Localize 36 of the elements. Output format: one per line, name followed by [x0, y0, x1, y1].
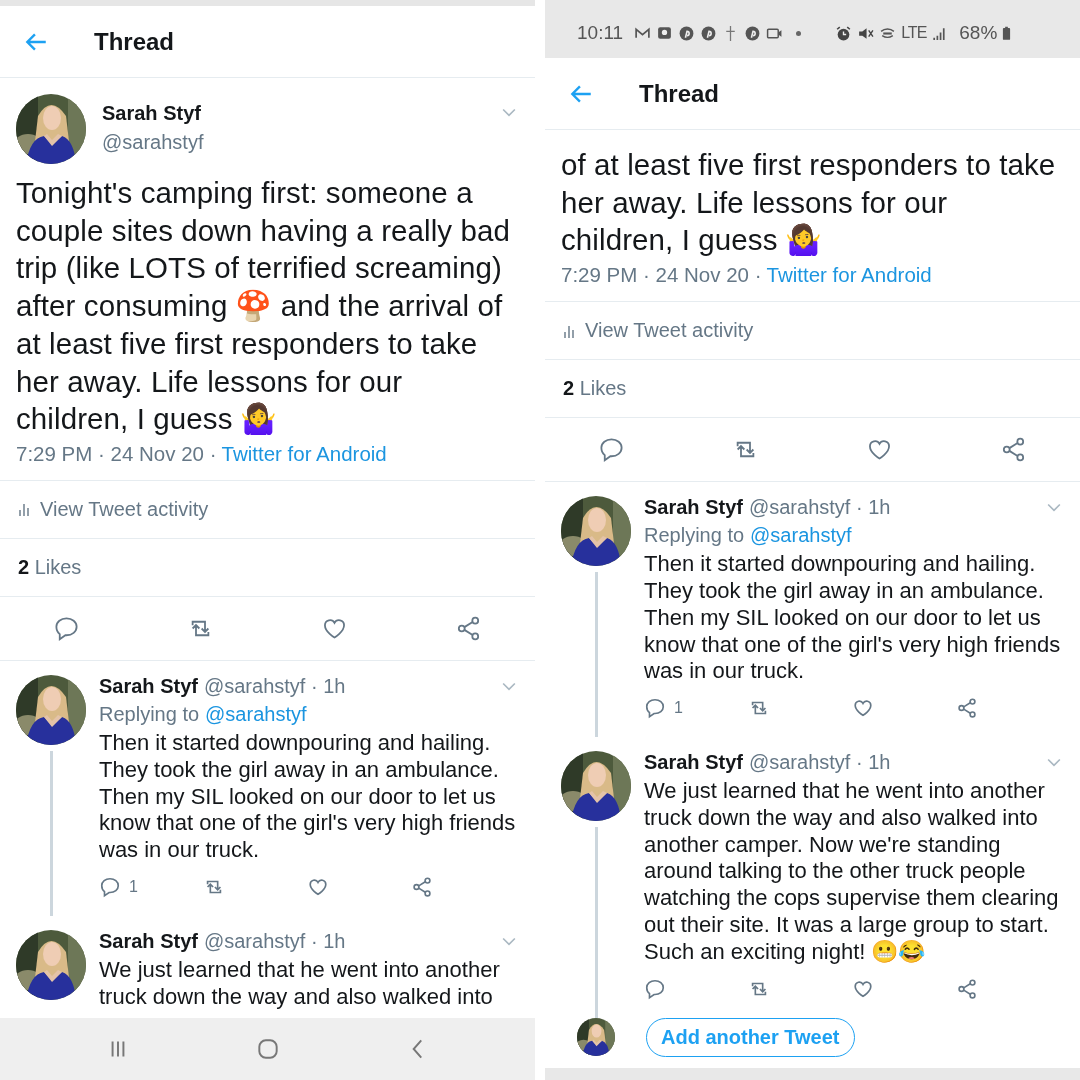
author-handle: @sarahstyf · 1h [748, 495, 892, 521]
mention-link[interactable]: @sarahstyf [205, 699, 307, 728]
tweet-text: Tonight's camping first: someone a couple sites down having a really bad trip (like LOTS of terrified screaming) after consuming 🍄 and the arrival of at least five first responders to take her away. Life lessons for our children, I guess 🤷‍♀ [16, 175, 512, 438]
tweet-text: of at least five first responders to take her away. Life lessons for our children, I guess 🤷‍♀ [561, 147, 1057, 259]
status-time: 10:11 [577, 22, 624, 44]
header-title: Thread [639, 79, 719, 108]
header-title: Thread [94, 27, 174, 56]
source-link[interactable]: Twitter for Android [221, 441, 387, 466]
tweet-text: We just learned that he went into another truck down the way and also walked into another camper. Now we're standing around talking to the other truck people watching the cops supervise them clearing out their site. It was a large group to start. Such an exciting night! 😬😂 [644, 778, 1060, 966]
add-tweet-button[interactable]: Add another Tweet [646, 1017, 855, 1057]
likes-count[interactable]: 2 Likes [563, 377, 627, 401]
author-handle: @sarahstyf · 1h [748, 750, 892, 776]
tweet-timestamp: 7:29 PM · 24 Nov 20 · [16, 441, 217, 466]
source-link[interactable]: Twitter for Android [766, 263, 932, 288]
mention-link[interactable]: @sarahstyf [750, 521, 852, 550]
author-handle: @sarahstyf · 1h [203, 673, 347, 699]
tweet-text: Then it started downpouring and hailing. They took the girl away in an ambulance. Then my SIL looked on our door to let us know that one of the girl's very high friends was in our truck. [644, 551, 1062, 686]
reply-count: 1 [674, 699, 683, 718]
author-name[interactable]: Sarah Styf [644, 493, 743, 522]
author-name[interactable]: Sarah Styf [99, 926, 198, 955]
tweet-activity-link[interactable]: View Tweet activity [40, 497, 209, 521]
tweet-timestamp: 7:29 PM · 24 Nov 20 · [561, 263, 762, 288]
network-type: LTE [901, 24, 927, 42]
replying-label: Replying to [99, 701, 200, 727]
likes-count[interactable]: 2 Likes [18, 555, 82, 579]
tweet-activity-link[interactable]: View Tweet activity [585, 319, 754, 343]
author-name[interactable]: Sarah Styf [644, 748, 743, 777]
tweet-text: Then it started downpouring and hailing. They took the girl away in an ambulance. Then my SIL looked on our door to let us know that one of the girl's very high friends was in our truck. [99, 729, 517, 864]
tweet-text: We just learned that he went into another truck down the way and also walked into [99, 956, 501, 1011]
author-name[interactable]: Sarah Styf [102, 102, 499, 125]
author-handle[interactable]: @sarahstyf [102, 131, 499, 154]
reply-count: 1 [129, 877, 138, 896]
replying-label: Replying to [644, 523, 745, 549]
battery-level: 68% [959, 22, 998, 44]
author-handle: @sarahstyf · 1h [203, 928, 347, 954]
author-name[interactable]: Sarah Styf [99, 671, 198, 700]
